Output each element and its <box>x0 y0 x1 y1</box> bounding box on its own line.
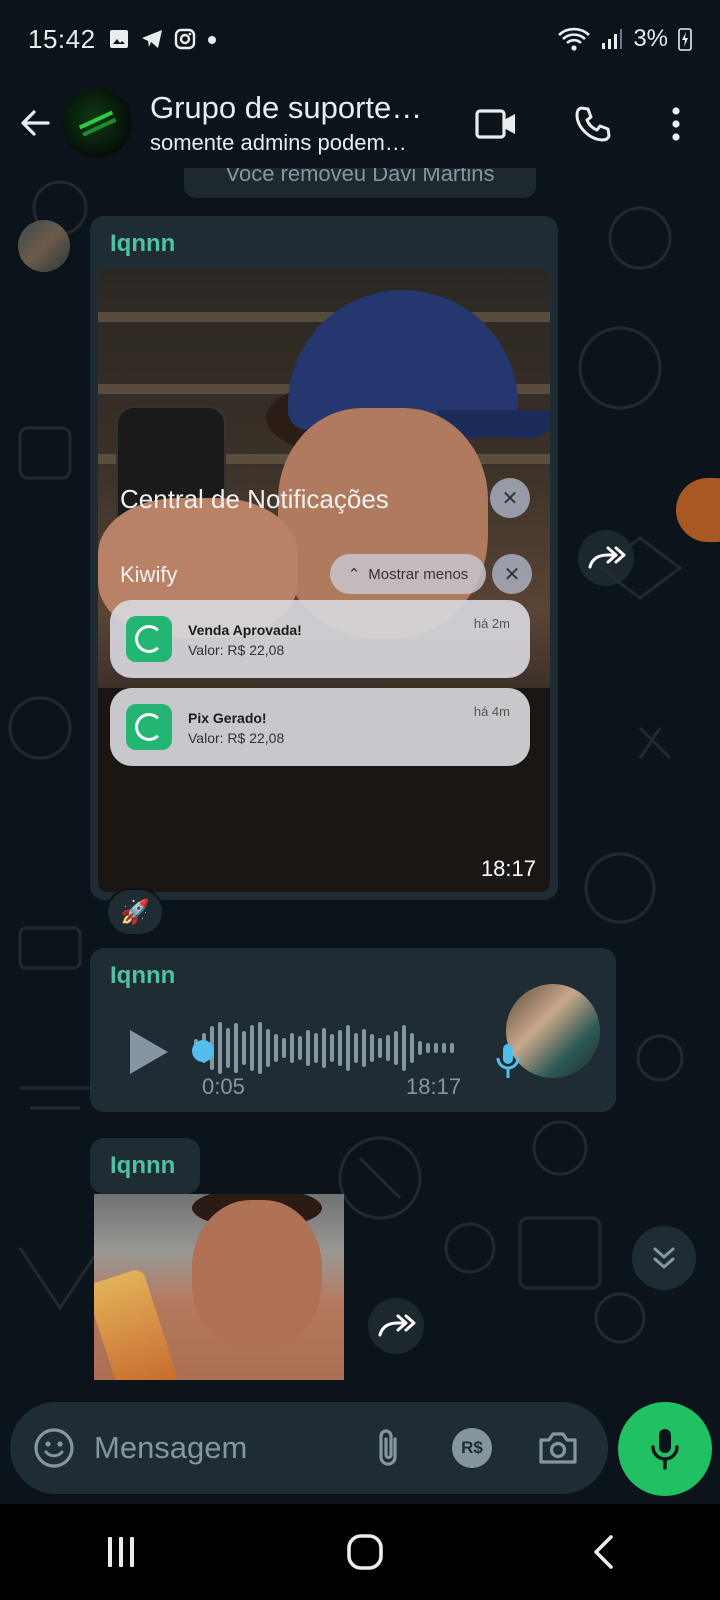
audio-waveform[interactable] <box>194 1018 454 1078</box>
battery-icon <box>678 28 692 51</box>
close-icon: ✕ <box>490 478 530 518</box>
notification-value: Valor: R$ 22,08 <box>188 642 285 658</box>
notification-heading: Venda Aprovada! <box>188 622 302 638</box>
gallery-icon <box>109 30 128 48</box>
notification-card: Pix Gerado! Valor: R$ 22,08 há 4m <box>110 688 530 766</box>
microphone-icon <box>496 1044 520 1078</box>
home-button[interactable] <box>345 1532 385 1572</box>
message-list[interactable]: Você removeu Davi Martins Iqnnn Central … <box>0 168 720 1380</box>
forward-button[interactable] <box>578 530 634 586</box>
group-subtitle: somente admins podem… <box>150 130 407 155</box>
notification-age: há 4m <box>473 704 510 719</box>
play-icon[interactable] <box>130 1030 168 1074</box>
back-nav-button[interactable] <box>591 1534 617 1570</box>
voice-call-button[interactable] <box>564 96 620 152</box>
message-sender: Iqnnn <box>110 962 176 989</box>
chat-header: Grupo de suporte… somente admins podem… <box>0 78 720 168</box>
attach-button[interactable] <box>364 1424 412 1472</box>
battery-percent: 3% <box>633 25 668 52</box>
message-photo[interactable]: Central de Notificações ✕ Kiwify ⌃ Mostr… <box>98 268 550 892</box>
group-avatar[interactable] <box>62 88 132 158</box>
signal-icon <box>602 29 623 49</box>
emoji-button[interactable] <box>32 1426 76 1470</box>
kiwify-app-icon <box>126 616 172 662</box>
group-info[interactable]: Grupo de suporte… somente admins podem… <box>150 90 450 156</box>
microphone-icon <box>651 1429 679 1470</box>
arrow-left-icon <box>21 110 50 136</box>
system-navigation-bar <box>0 1504 720 1600</box>
phone-icon <box>575 106 611 142</box>
sender-avatar[interactable] <box>18 220 70 272</box>
audio-message-bubble[interactable]: Iqnnn 0:05 18:17 <box>90 948 616 1112</box>
status-bar: 15:42 3% <box>0 0 720 78</box>
telegram-icon <box>141 30 162 48</box>
payment-button[interactable]: R$ <box>448 1424 496 1472</box>
chevron-up-icon: ⌃ <box>347 566 361 583</box>
video-call-button[interactable] <box>468 96 524 152</box>
audio-duration: 0:05 <box>202 1074 245 1099</box>
scroll-to-bottom-button[interactable] <box>632 1226 696 1290</box>
message-time: 18:17 <box>480 856 536 881</box>
video-camera-icon <box>475 109 515 139</box>
forward-icon <box>588 546 626 569</box>
double-chevron-down-icon <box>653 1247 675 1269</box>
payment-icon: R$ <box>452 1428 492 1468</box>
message-input[interactable] <box>94 1430 334 1466</box>
playback-handle[interactable] <box>192 1040 214 1062</box>
forward-button[interactable] <box>368 1298 424 1354</box>
camera-icon <box>539 1432 577 1464</box>
message-time: 18:17 <box>406 1074 462 1099</box>
notification-center-title: Central de Notificações <box>120 484 389 514</box>
more-options-button[interactable] <box>648 96 704 152</box>
forward-icon <box>378 1314 416 1337</box>
sticker-sender-label: Iqnnn <box>90 1138 200 1194</box>
voice-record-button[interactable] <box>618 1402 712 1496</box>
notification-icons <box>108 28 218 50</box>
back-button[interactable] <box>4 91 68 155</box>
message-composer: R$ <box>10 1402 608 1494</box>
kiwify-app-icon <box>126 704 172 750</box>
camera-button[interactable] <box>534 1424 582 1472</box>
dot-icon <box>207 36 216 44</box>
message-sender: Iqnnn <box>110 230 176 257</box>
notification-value: Valor: R$ 22,08 <box>188 730 285 746</box>
reaction-badge[interactable]: 🚀 <box>106 888 164 936</box>
show-less-pill: ⌃ Mostrar menos <box>330 554 486 594</box>
group-name: Grupo de suporte… <box>150 90 423 125</box>
show-less-label: Mostrar menos <box>368 565 469 583</box>
status-time: 15:42 <box>28 23 96 54</box>
message-sender: Iqnnn <box>110 1152 176 1179</box>
paperclip-icon <box>379 1429 397 1466</box>
notification-heading: Pix Gerado! <box>188 710 267 726</box>
notification-app-name: Kiwify <box>120 562 178 587</box>
notification-age: há 2m <box>473 616 510 631</box>
system-message: Você removeu Davi Martins <box>184 168 536 198</box>
close-icon: ✕ <box>492 554 532 594</box>
recent-apps-button[interactable] <box>103 1535 139 1569</box>
wifi-icon <box>558 27 591 51</box>
more-vertical-icon <box>672 107 680 141</box>
notification-card: Venda Aprovada! Valor: R$ 22,08 há 2m <box>110 600 530 678</box>
instagram-icon <box>174 28 195 50</box>
sticker-image[interactable] <box>94 1194 344 1380</box>
